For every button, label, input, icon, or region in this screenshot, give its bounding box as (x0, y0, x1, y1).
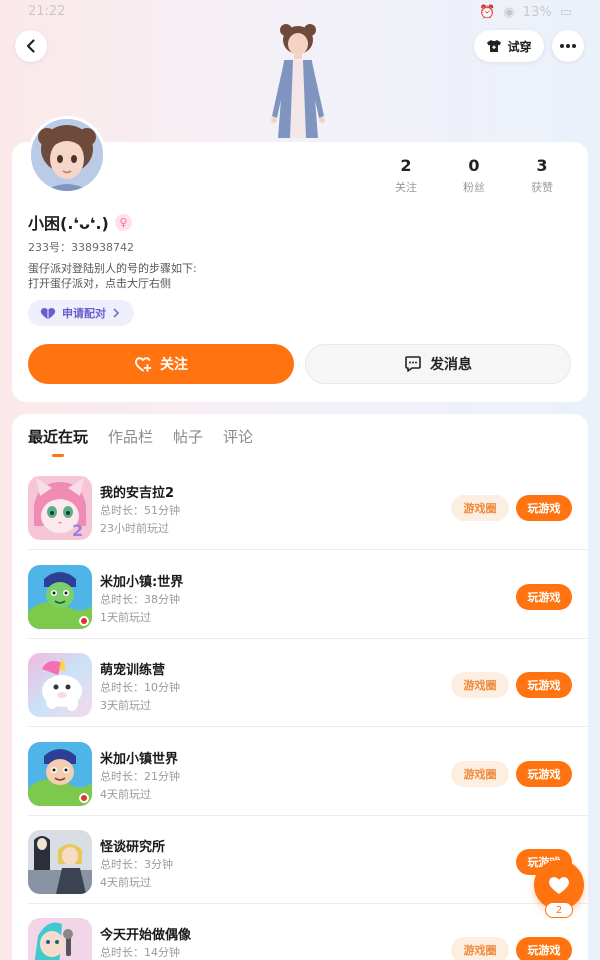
play-game-button[interactable]: 玩游戏 (516, 672, 572, 698)
game-row[interactable]: 2 我的安吉拉2 总时长：51分钟 23小时前玩过 游戏圈 玩游戏 (28, 462, 588, 550)
more-button[interactable] (552, 30, 584, 62)
game-title: 米加小镇:世界 (100, 575, 184, 590)
bio-line: 蛋仔派对登陆别人的号的步骤如下: (28, 262, 197, 275)
send-message-button[interactable]: 发消息 (305, 344, 571, 384)
game-last-played: 4天前玩过 (100, 876, 151, 889)
game-title: 米加小镇世界 (100, 752, 179, 767)
game-row[interactable]: 米加小镇:世界 总时长：38分钟 1天前玩过 玩游戏 (28, 551, 588, 639)
game-title: 今天开始做偶像 (100, 928, 192, 943)
game-duration: 总时长：21分钟 (100, 770, 180, 783)
play-game-button[interactable]: 玩游戏 (516, 761, 572, 787)
game-duration: 总时长：38分钟 (100, 593, 180, 606)
user-id: 233号：338938742 (28, 241, 134, 254)
back-button[interactable] (15, 30, 47, 62)
user-bio: 蛋仔派对登陆别人的号的步骤如下: 打开蛋仔派对，点击大厅右侧 (28, 261, 197, 291)
avatar-3d-figure[interactable] (256, 20, 340, 144)
stat-following[interactable]: 2 关注 (372, 156, 440, 195)
angela-game-icon[interactable]: 2 (28, 476, 92, 540)
stats-row: 2 关注 0 粉丝 3 获赞 (372, 156, 576, 195)
idol-game-icon[interactable] (28, 918, 92, 960)
pair-request-button[interactable]: 申请配对 (28, 300, 134, 326)
name-row: 小困(.❛ᴗ❛.) ♀ (28, 210, 132, 234)
game-circle-button[interactable]: 游戏圈 (451, 761, 509, 787)
heart-pair-icon (40, 307, 56, 319)
play-game-button[interactable]: 玩游戏 (516, 937, 572, 960)
stat-likes[interactable]: 3 获赞 (508, 156, 576, 195)
game-title: 萌宠训练营 (100, 663, 166, 678)
activity-card: 最近在玩 作品栏 帖子 评论 2 我的安吉拉2 总时长：51分钟 23小时前玩过… (12, 414, 588, 960)
stat-followers[interactable]: 0 粉丝 (440, 156, 508, 195)
try-on-label: 试穿 (507, 39, 532, 54)
battery-icon: ▭ (559, 4, 572, 20)
game-title: 怪谈研究所 (100, 840, 166, 855)
tab-comments[interactable]: 评论 (223, 426, 253, 457)
follow-button[interactable]: 关注 (28, 344, 294, 384)
shirt-icon (487, 40, 502, 52)
avatar-portrait (31, 119, 103, 191)
game-last-played: 4天前玩过 (100, 788, 151, 801)
game-circle-button[interactable]: 游戏圈 (451, 495, 509, 521)
game-last-played: 23小时前玩过 (100, 522, 169, 535)
pair-label: 申请配对 (62, 307, 106, 320)
game-row[interactable]: 怪谈研究所 总时长：3分钟 4天前玩过 玩游戏 (28, 816, 588, 904)
play-game-button[interactable]: 玩游戏 (516, 495, 572, 521)
game-row[interactable]: 今天开始做偶像 总时长：14分钟 游戏圈 玩游戏 (28, 904, 588, 960)
add-friend-icon (135, 357, 152, 372)
female-icon: ♀ (114, 213, 132, 231)
play-game-button[interactable]: 玩游戏 (516, 584, 572, 610)
more-dots-icon (560, 44, 576, 48)
try-on-button[interactable]: 试穿 (474, 30, 544, 62)
profile-card: 2 关注 0 粉丝 3 获赞 小困(.❛ᴗ❛.) ♀ 233号：33893874… (12, 142, 588, 402)
heart-icon (549, 877, 569, 894)
ghost-story-icon[interactable] (28, 830, 92, 894)
chat-icon (405, 356, 421, 372)
like-count-badge: 2 (545, 902, 573, 918)
chevron-left-icon (26, 39, 35, 53)
game-circle-button[interactable]: 游戏圈 (451, 672, 509, 698)
toca-world-icon[interactable] (28, 742, 92, 806)
game-duration: 总时长：3分钟 (100, 858, 173, 871)
content-tabs: 最近在玩 作品栏 帖子 评论 (28, 426, 253, 457)
wifi-icon: ◉ (503, 4, 515, 20)
status-time: 21:22 (28, 4, 66, 19)
follow-label: 关注 (160, 357, 188, 373)
chevron-right-icon (113, 308, 120, 318)
message-label: 发消息 (430, 357, 472, 373)
tab-works[interactable]: 作品栏 (108, 426, 153, 457)
tab-recent-games[interactable]: 最近在玩 (28, 426, 88, 457)
avatar[interactable] (28, 116, 106, 194)
game-title: 我的安吉拉2 (100, 486, 175, 501)
user-name: 小困(.❛ᴗ❛.) (28, 214, 109, 233)
game-duration: 总时长：51分钟 (100, 504, 180, 517)
game-row[interactable]: 萌宠训练营 总时长：10分钟 3天前玩过 游戏圈 玩游戏 (28, 639, 588, 727)
game-row[interactable]: 米加小镇世界 总时长：21分钟 4天前玩过 游戏圈 玩游戏 (28, 728, 588, 816)
tab-posts[interactable]: 帖子 (173, 426, 203, 457)
toca-world-icon[interactable] (28, 565, 92, 629)
battery-text: 13% (522, 4, 552, 20)
game-duration: 总时长：10分钟 (100, 681, 180, 694)
game-last-played: 3天前玩过 (100, 699, 151, 712)
game-last-played: 1天前玩过 (100, 611, 151, 624)
unicorn-pet-icon[interactable] (28, 653, 92, 717)
alarm-icon: ⏰ (479, 4, 496, 20)
bio-line: 打开蛋仔派对，点击大厅右侧 (28, 277, 171, 290)
game-circle-button[interactable]: 游戏圈 (451, 937, 509, 960)
game-duration: 总时长：14分钟 (100, 946, 180, 959)
svg-text:2: 2 (72, 521, 83, 540)
